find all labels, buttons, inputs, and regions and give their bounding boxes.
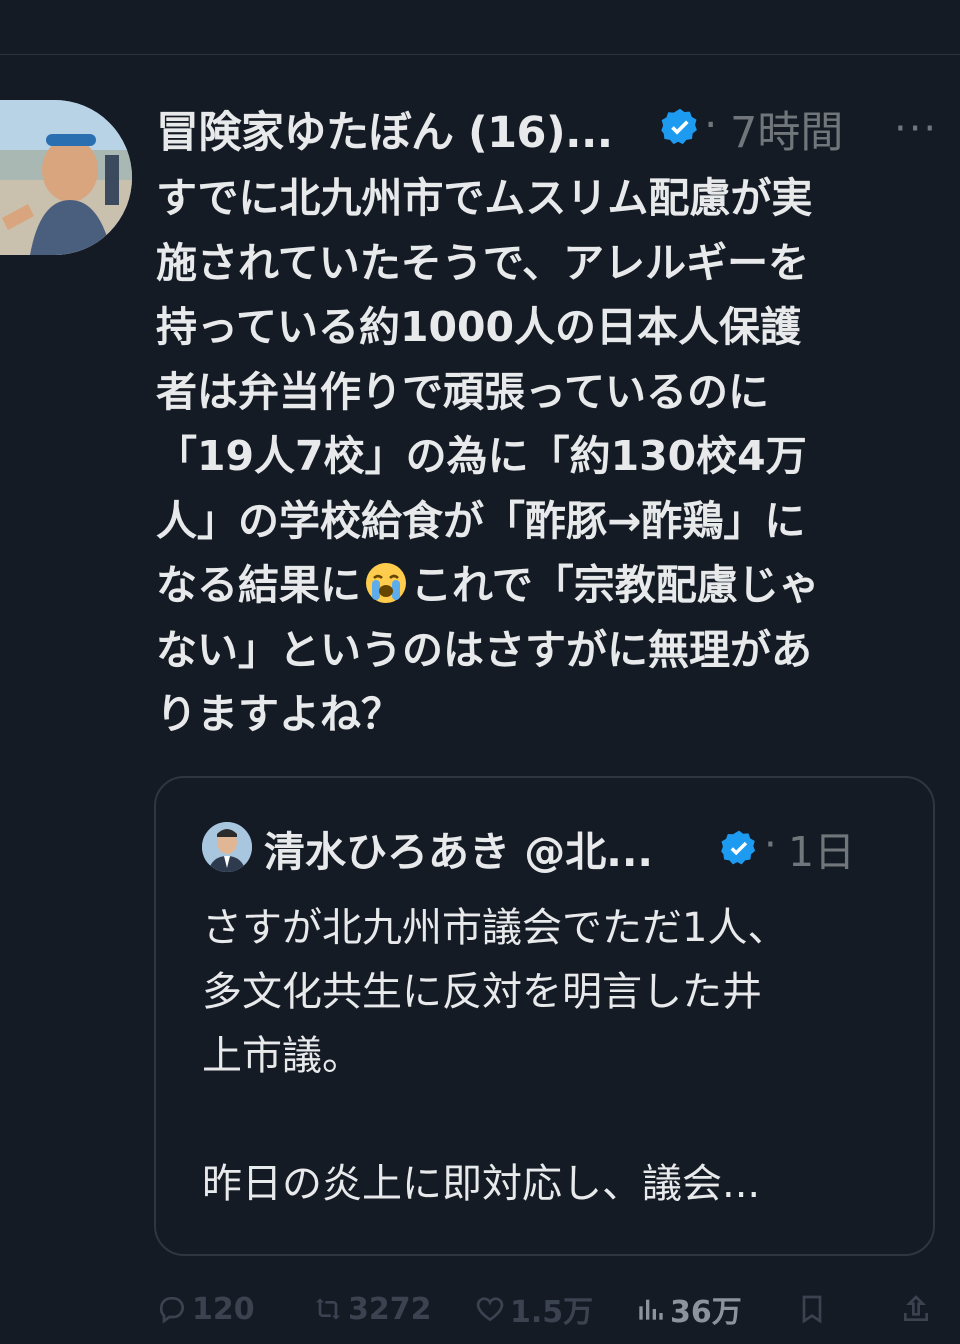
quoted-author-name[interactable]: 清水ひろあき @北... <box>264 818 653 878</box>
tweet-timestamp[interactable]: 7時間 <box>730 98 843 160</box>
tweet-page: 冒険家ゆたぼん (16)... · 7時間 ··· すでに北九州市でムスリム配慮… <box>0 0 960 1344</box>
verified-badge-icon <box>661 108 697 145</box>
views-bar-chart-icon <box>639 1299 663 1320</box>
more-options-icon[interactable]: ··· <box>894 106 938 152</box>
share-icon <box>904 1295 928 1321</box>
share-button[interactable] <box>900 1284 936 1334</box>
quoted-author-avatar[interactable] <box>202 822 252 872</box>
tweet-text: すでに北九州市でムスリム配慮が実 施されていたそうで、アレルギーを 持っている約… <box>156 166 946 747</box>
repost-count: 3272 <box>348 1291 432 1327</box>
loudly-crying-face-emoji-icon <box>366 563 406 603</box>
repost-button[interactable]: 3272 <box>312 1284 432 1334</box>
reply-button[interactable]: 120 <box>156 1284 255 1334</box>
tweet-header: 冒険家ゆたぼん (16)... · 7時間 ··· <box>156 96 956 158</box>
tweet-text-part1: すでに北九州市でムスリム配慮が実 施されていたそうで、アレルギーを 持っている約… <box>156 174 813 609</box>
reply-icon <box>159 1297 184 1324</box>
quote-header-separator: · <box>764 822 777 868</box>
quoted-tweet-text: さすが北九州市議会でただ1人、 多文化共生に反対を明言した井 上市議。 昨日の炎… <box>202 905 788 1207</box>
bookmark-icon <box>802 1295 822 1324</box>
like-count: 1.5万 <box>510 1295 594 1330</box>
heart-icon <box>476 1297 504 1322</box>
tweet-action-bar: 120 3272 1.5万 36万 <box>156 1284 946 1334</box>
like-button[interactable]: 1.5万 <box>474 1284 593 1334</box>
bookmark-button[interactable] <box>796 1284 832 1334</box>
quoted-tweet-card[interactable]: 清水ひろあき @北... · 1日 さすが北九州市議会でただ1人、 多文化共生に… <box>154 776 935 1256</box>
quoted-tweet-timestamp[interactable]: 1日 <box>788 818 855 878</box>
author-name[interactable]: 冒険家ゆたぼん (16)... <box>156 98 613 160</box>
author-avatar[interactable] <box>0 100 132 255</box>
view-count: 36万 <box>670 1295 742 1330</box>
repost-icon <box>316 1298 340 1320</box>
header-separator: · <box>704 100 718 149</box>
top-divider <box>0 54 960 55</box>
verified-badge-icon <box>721 830 756 865</box>
reply-count: 120 <box>192 1291 255 1327</box>
views-button[interactable]: 36万 <box>634 1284 742 1334</box>
